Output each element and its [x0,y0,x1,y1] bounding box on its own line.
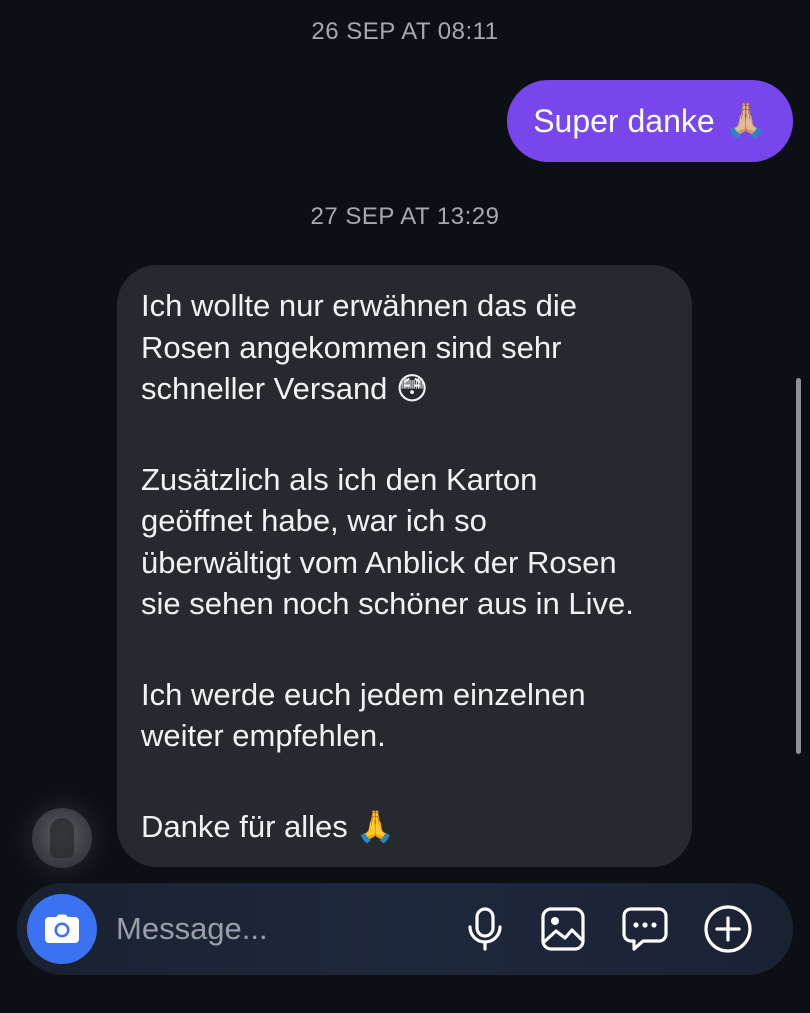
message-paragraph: Ich wollte nur erwähnen das die Rosen an… [141,285,672,410]
gallery-button[interactable] [537,903,589,955]
camera-button[interactable] [27,894,97,964]
incoming-message[interactable]: Ich wollte nur erwähnen das die Rosen an… [117,265,692,867]
plus-icon [704,905,752,953]
message-paragraph: Danke für alles 🙏 [141,806,672,848]
message-line: geöffnet habe, war ich so [141,503,487,538]
message-line: sie sehen noch schöner aus in Live. [141,586,634,621]
sticker-button[interactable] [619,903,671,955]
sticker-icon [622,907,668,951]
message-input[interactable] [116,907,446,951]
microphone-button[interactable] [459,903,511,955]
message-line: Ich werde euch jedem einzelnen [141,676,586,712]
message-line: Rosen angekommen sind sehr [141,329,562,365]
avatar[interactable] [32,808,92,868]
chat-screen: 26 SEP AT 08:11 Super danke 🙏🏼 27 SEP AT… [0,0,810,1013]
folded-hands-emoji: 🙏🏼 [724,102,767,140]
timestamp: 26 SEP AT 08:11 [311,18,499,45]
message-paragraph: Ich werde euch jedem einzelnen weiter em… [141,674,672,757]
message-line: weiter empfehlen. [141,718,386,753]
outgoing-message[interactable]: Super danke 🙏🏼 [507,80,793,162]
message-line: überwältigt vom Anblick der Rosen [141,544,617,580]
outgoing-message-text: Super danke [533,102,715,139]
message-line: schneller Versand 😳 [141,371,429,406]
message-composer [17,883,793,975]
message-paragraph: Zusätzlich als ich den Karton geöffnet h… [141,459,672,625]
message-line: Danke für alles 🙏 [141,808,395,844]
add-button[interactable] [702,903,754,955]
camera-icon [45,914,79,943]
microphone-icon [468,907,502,951]
message-line: Ich wollte nur erwähnen das die [141,288,577,323]
message-line: Zusätzlich als ich den Karton [141,461,538,497]
gallery-icon [541,907,585,951]
timestamp: 27 SEP AT 13:29 [310,203,500,230]
scrollbar[interactable] [796,378,801,754]
